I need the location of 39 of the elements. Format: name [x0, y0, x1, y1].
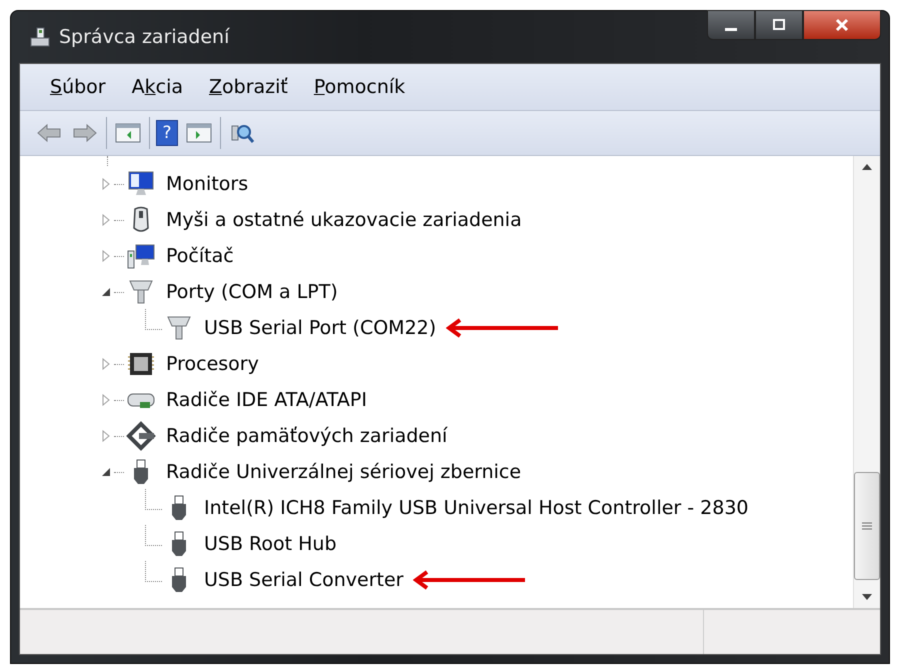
expand-triangle-icon[interactable] — [100, 214, 112, 226]
scrollbar-thumb[interactable] — [854, 472, 880, 580]
tree-item[interactable]: Radiče Univerzálnej sériovej zbernice — [166, 461, 522, 483]
grip-icon — [862, 522, 872, 530]
tree-item[interactable]: Počítač — [166, 245, 234, 267]
tree-item[interactable]: Intel(R) ICH8 Family USB Universal Host Controller - 2830 — [204, 497, 749, 519]
tree-item[interactable]: Radiče IDE ATA/ATAPI — [166, 389, 367, 411]
expand-triangle-icon[interactable] — [100, 178, 112, 190]
collapse-triangle-icon[interactable] — [100, 286, 112, 298]
tree-item[interactable]: Myši a ostatné ukazovacie zariadenia — [166, 209, 522, 231]
menu-item[interactable]: Pomocník — [304, 72, 416, 102]
tree-item[interactable]: USB Serial Port (COM22) — [204, 317, 436, 339]
maximize-button[interactable] — [755, 10, 803, 40]
expand-triangle-icon[interactable] — [100, 430, 112, 442]
tree-item[interactable]: Procesory — [166, 353, 259, 375]
menu-item[interactable]: Zobraziť — [199, 72, 298, 102]
window-title: Správca zariadení — [59, 26, 230, 48]
tree-item[interactable]: Radiče pamäťových zariadení — [166, 425, 448, 447]
tree-item[interactable]: Monitors — [166, 173, 248, 195]
expand-triangle-icon[interactable] — [100, 250, 112, 262]
minimize-button[interactable] — [707, 10, 755, 40]
expand-triangle-icon[interactable] — [100, 394, 112, 406]
computer-icon — [29, 26, 51, 48]
diamond-arrow-icon — [126, 421, 156, 451]
expand-triangle-icon[interactable] — [100, 358, 112, 370]
minimize-icon — [725, 28, 737, 30]
tree-item[interactable]: USB Root Hub — [204, 533, 337, 555]
maximize-icon — [771, 19, 787, 31]
menu-item[interactable]: Akcia — [122, 72, 193, 102]
scrollbar[interactable] — [853, 156, 880, 608]
close-button[interactable] — [803, 10, 881, 40]
tree-item[interactable]: USB Serial Converter — [204, 569, 404, 591]
scroll-down-arrow-icon[interactable] — [862, 594, 872, 600]
close-icon — [834, 18, 850, 32]
scroll-up-arrow-icon[interactable] — [862, 164, 872, 170]
menu-item[interactable]: Súbor — [40, 72, 116, 102]
help-button[interactable]: ? — [156, 120, 178, 146]
collapse-triangle-icon[interactable] — [100, 466, 112, 478]
tree-item[interactable]: Porty (COM a LPT) — [166, 281, 338, 303]
